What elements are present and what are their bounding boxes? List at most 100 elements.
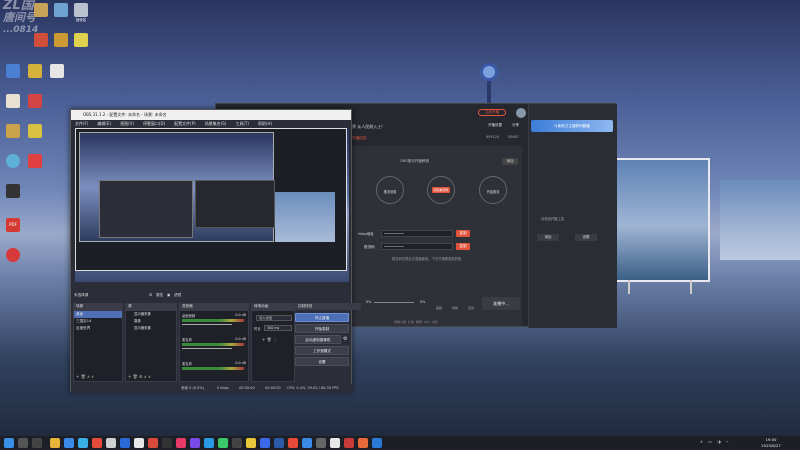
taskbar-app-icon[interactable] [176,438,186,448]
sl-step-2: 获取推流码 [427,176,455,204]
menu-help[interactable]: 帮助(H) [258,121,272,126]
sl-tab-stream-info[interactable]: 开播信息 [352,136,366,141]
taskbar-app-icon[interactable] [106,438,116,448]
search-icon[interactable] [18,438,28,448]
studio-mode-button[interactable]: 工作室模式 [295,346,349,355]
mixer-channel-label: 桌面音频 [182,314,196,318]
sl-share-link[interactable]: 分享 [512,123,519,128]
desktop-icon-9[interactable] [44,64,70,78]
menu-edit[interactable]: 编辑(E) [97,121,111,126]
desktop-icon-11[interactable] [22,94,48,108]
scene-item[interactable]: 百度世界 [74,325,122,332]
menu-file[interactable]: 文件(F) [75,121,88,126]
taskbar-app-icon[interactable] [358,438,368,448]
recycle-bin-icon[interactable]: 回收站 [68,3,94,22]
menu-docks[interactable]: 停靠窗口(D) [143,121,165,126]
sl-stream-settings-link[interactable]: 开播设置 [488,123,502,128]
filter-icon[interactable]: ▣ [167,292,170,299]
properties-button[interactable]: 属性 [156,292,163,299]
filters-button[interactable]: 滤镜 [174,292,181,299]
sources-dock: 显示器采集 摄像 显示器采集 + 🗑 ⚙ ∧ ∨ [125,310,177,382]
transition-add-remove[interactable]: + 🗑 ⋮ [262,337,277,342]
clock[interactable]: 19:00 2025/8/27 [756,437,786,449]
sl-count-1: 459124 [486,135,499,139]
desktop-icon-13[interactable] [22,124,48,138]
avatar[interactable] [516,108,526,118]
taskbar-app-icon[interactable] [288,438,298,448]
sl-side-banner[interactable]: 斗鱼助力主播获利翻番 [531,120,613,132]
sl-hint: 推流码仅限此次直播使用，下次开播需重新获取 [392,257,462,261]
mixer-channel-label: 麦克风 [182,338,192,342]
virtual-cam-gear-icon[interactable]: ⚙ [343,335,347,344]
taskbar-app-icon[interactable] [260,438,270,448]
sl-go-live-button[interactable]: 立即开播 [478,109,506,116]
sl-rtmp-field[interactable]: •••••••••• [381,230,453,237]
desktop-icon-15[interactable] [22,154,48,168]
taskbar-app-icon[interactable] [190,438,200,448]
mixer-dock-title: 混音器 [179,303,249,310]
obs-window: OBS 31.1.2 - 配置文件: 未命名 - 场景: 未命名 文件(F) 编辑… [70,109,361,393]
sl-volume-slider[interactable] [374,302,414,303]
taskbar-app-icon[interactable] [204,438,214,448]
start-virtual-camera-button[interactable]: 启动虚拟摄像机 [295,335,341,344]
source-add-remove-controls[interactable]: + 🗑 ⚙ ∧ ∨ [128,374,151,379]
file-explorer-icon[interactable] [50,438,60,448]
volume-slider[interactable] [182,348,232,349]
taskbar-app-icon[interactable] [316,438,326,448]
taskbar-app-icon[interactable] [218,438,228,448]
taskbar-app-icon[interactable] [302,438,312,448]
sl-side-add-button[interactable]: 添加 [537,234,559,241]
taskbar-app-icon[interactable] [64,438,74,448]
scene-item[interactable]: 桌面 [74,311,122,318]
sl-tool-interact[interactable]: 互动 [468,306,474,310]
menu-profile[interactable]: 配置文件(P) [174,121,196,126]
duration-field[interactable]: 300 ms [264,325,292,331]
source-item[interactable]: 显示器采集 [126,311,176,318]
start-recording-button[interactable]: 开始录制 [295,324,349,333]
stop-streaming-button[interactable]: 停止直播 [295,313,349,322]
taskbar-app-icon[interactable] [148,438,158,448]
sl-copy-rtmp-button[interactable]: 复制 [456,230,470,237]
sl-guide-add-button[interactable]: 添加 [502,158,518,165]
sl-tool-beauty[interactable]: 美颜 [436,306,442,310]
task-view-icon[interactable] [32,438,42,448]
easel-leg [628,280,630,294]
transition-select[interactable]: 淡入淡出 [256,315,292,321]
sl-copy-key-button[interactable]: 复制 [456,243,470,250]
system-tray-icons[interactable]: ∧ ▭ ◑ ⌁ [700,439,730,444]
sl-tool-effects[interactable]: 特效 [452,306,458,310]
taskbar-app-icon[interactable] [344,438,354,448]
menu-tools[interactable]: 工具(T) [235,121,249,126]
obs-taskbar-icon[interactable] [232,438,242,448]
taskbar-app-icon[interactable] [274,438,284,448]
sl-side-settings-button[interactable]: 设置 [575,234,597,241]
gear-icon[interactable]: ⚙ [149,292,152,299]
menu-view[interactable]: 视图(V) [120,121,134,126]
scene-add-remove-controls[interactable]: + 🗑 ∧ ∨ [76,374,94,379]
settings-button[interactable]: 设置 [295,357,349,366]
taskbar-app-icon[interactable] [372,438,382,448]
taskbar-app-icon[interactable] [330,438,340,448]
sl-key-field[interactable]: •••••••••• [381,243,453,250]
taskbar-app-icon[interactable] [162,438,172,448]
taskbar-app-icon[interactable] [92,438,102,448]
pdf-app-icon[interactable]: PDF [0,218,26,232]
scenes-dock: 桌面 三国志14 百度世界 + 🗑 ∧ ∨ [73,310,123,382]
start-button[interactable] [4,438,14,448]
menu-scene-collection[interactable]: 场景集合(S) [205,121,227,126]
scene-item[interactable]: 三国志14 [74,318,122,325]
desktop-icon-16[interactable] [0,184,26,198]
obs-title-bar[interactable]: OBS 31.1.2 - 配置文件: 未命名 - 场景: 未命名 [71,110,351,120]
sl-streaming-button[interactable]: 准播中... [482,297,520,310]
obs-preview[interactable] [75,128,349,282]
taskbar-app-icon[interactable] [78,438,88,448]
volume-slider[interactable] [182,324,232,325]
source-item[interactable]: 显示器采集 [126,325,176,332]
taskbar-app-icon[interactable] [246,438,256,448]
desktop-icon-6[interactable] [68,33,94,47]
source-item[interactable]: 摄像 [126,318,176,325]
netease-music-icon[interactable] [0,248,26,262]
sl-count-2: 55687 [508,135,519,139]
taskbar-app-icon[interactable] [134,438,144,448]
taskbar-app-icon[interactable] [120,438,130,448]
